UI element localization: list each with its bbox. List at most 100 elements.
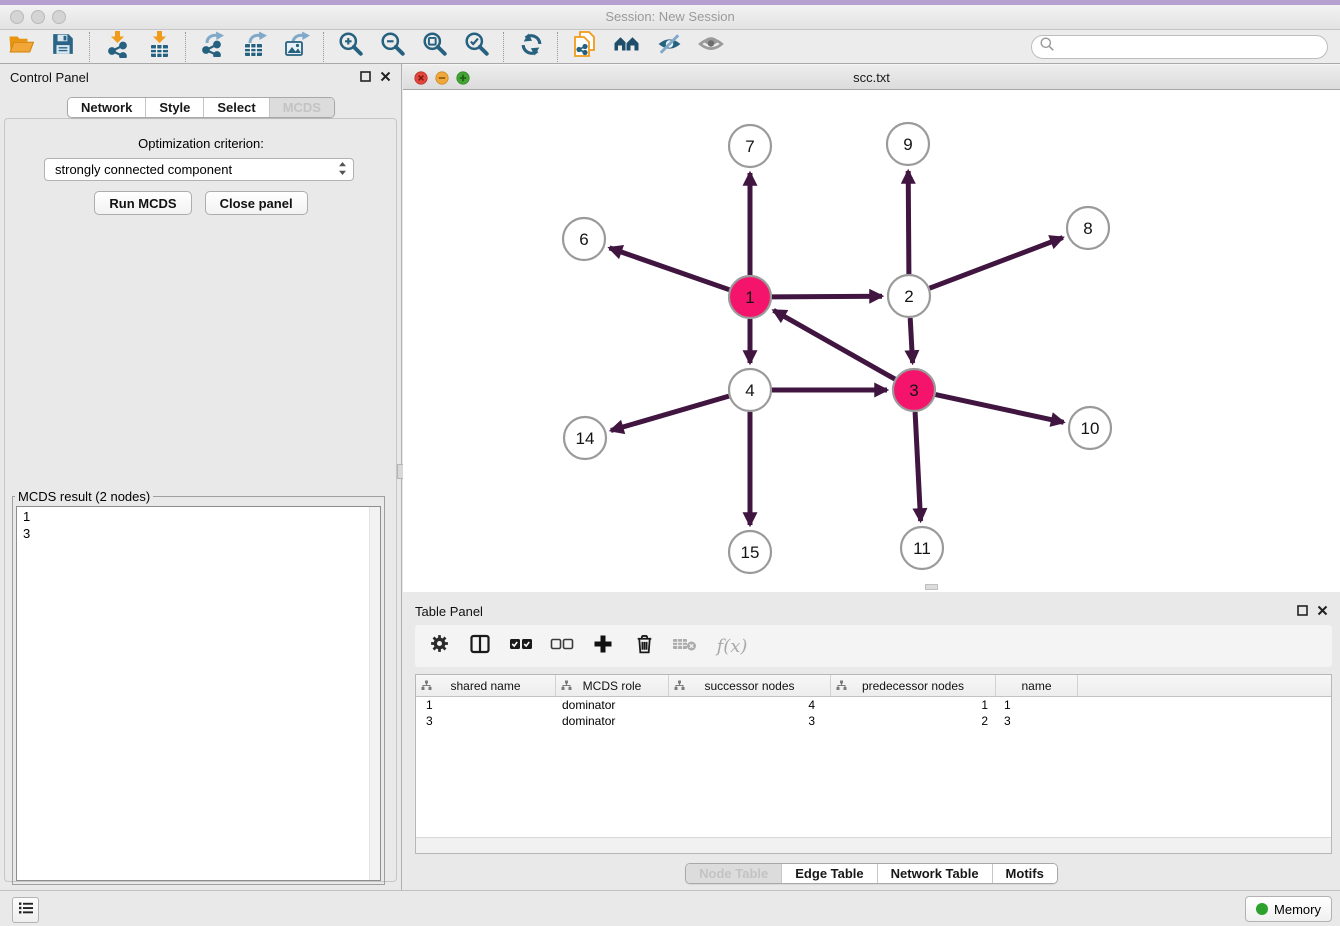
- table-cell[interactable]: 3: [996, 714, 1078, 728]
- graph-node-1[interactable]: 1: [729, 276, 771, 318]
- mcds-result-scrollbar[interactable]: [369, 507, 380, 880]
- close-panel-icon[interactable]: [1317, 604, 1328, 619]
- first-neighbors-button[interactable]: [606, 32, 648, 62]
- table-cell[interactable]: 2: [831, 714, 996, 728]
- window-traffic-lights[interactable]: [10, 10, 66, 24]
- column-header-successor-nodes[interactable]: successor nodes: [669, 675, 831, 696]
- task-history-button[interactable]: [12, 897, 39, 923]
- criterion-dropdown[interactable]: strongly connected component: [44, 158, 354, 181]
- graph-node-11[interactable]: 11: [901, 527, 943, 569]
- float-panel-icon[interactable]: [360, 70, 371, 85]
- zoom-in-button[interactable]: [330, 32, 372, 62]
- column-header-name[interactable]: name: [996, 675, 1078, 696]
- delete-column-button[interactable]: [632, 634, 656, 658]
- table-row[interactable]: 1dominator411: [416, 697, 1331, 713]
- export-network-button[interactable]: [192, 32, 234, 62]
- graph-node-14[interactable]: 14: [564, 417, 606, 459]
- table-cell[interactable]: dominator: [556, 698, 669, 712]
- add-column-button[interactable]: [591, 634, 615, 658]
- tab-node-table[interactable]: Node Table: [686, 864, 781, 883]
- zoom-fit-button[interactable]: [414, 32, 456, 62]
- tab-edge-table[interactable]: Edge Table: [781, 864, 876, 883]
- graph-edge-2-3[interactable]: [910, 318, 912, 363]
- zoom-selected-button[interactable]: [456, 32, 498, 62]
- graph-node-6[interactable]: 6: [563, 218, 605, 260]
- graph-node-9[interactable]: 9: [887, 123, 929, 165]
- table-row[interactable]: 3dominator323: [416, 713, 1331, 729]
- graph-node-2[interactable]: 2: [888, 275, 930, 317]
- run-mcds-button[interactable]: Run MCDS: [94, 191, 191, 215]
- svg-text:8: 8: [1083, 219, 1092, 238]
- graph-edge-2-9[interactable]: [908, 171, 909, 274]
- export-image-button[interactable]: [276, 32, 318, 62]
- tab-style[interactable]: Style: [145, 98, 203, 117]
- open-session-button[interactable]: [0, 32, 42, 62]
- graph-node-7[interactable]: 7: [729, 125, 771, 167]
- network-canvas[interactable]: 7 9 6 8 1 2 4 3 14 10 15 11: [403, 90, 1340, 592]
- graph-node-15[interactable]: 15: [729, 531, 771, 573]
- refresh-view-button[interactable]: [510, 32, 552, 62]
- table-cell[interactable]: 3: [416, 714, 556, 728]
- graph-node-3[interactable]: 3: [893, 369, 935, 411]
- graph-edge-4-14[interactable]: [611, 396, 729, 430]
- save-session-button[interactable]: [42, 32, 84, 62]
- import-table-button[interactable]: [138, 32, 180, 62]
- table-settings-button[interactable]: [427, 634, 451, 658]
- hide-selected-button[interactable]: [648, 32, 690, 62]
- table-horizontal-scrollbar[interactable]: [416, 837, 1331, 853]
- network-minimize-button[interactable]: [435, 71, 449, 90]
- graph-node-10[interactable]: 10: [1069, 407, 1111, 449]
- tab-select[interactable]: Select: [203, 98, 268, 117]
- select-all-columns-button[interactable]: [509, 634, 533, 658]
- minimize-window-button[interactable]: [31, 10, 45, 24]
- export-table-button[interactable]: [234, 32, 276, 62]
- tab-network-table[interactable]: Network Table: [877, 864, 992, 883]
- graph-edge-1-6[interactable]: [610, 248, 730, 290]
- column-header-predecessor-nodes[interactable]: predecessor nodes: [831, 675, 996, 696]
- table-cell[interactable]: dominator: [556, 714, 669, 728]
- memory-button[interactable]: Memory: [1245, 896, 1332, 922]
- column-header-shared-name[interactable]: shared name: [416, 675, 556, 696]
- titlebar: Session: New Session: [0, 5, 1340, 30]
- tab-mcds[interactable]: MCDS: [269, 98, 334, 117]
- float-panel-icon[interactable]: [1297, 604, 1308, 619]
- deselect-all-columns-button[interactable]: [550, 634, 574, 658]
- mcds-result-text: 1 3: [17, 507, 369, 880]
- zoom-out-button[interactable]: [372, 32, 414, 62]
- graph-node-4[interactable]: 4: [729, 369, 771, 411]
- table-cell[interactable]: 3: [669, 714, 831, 728]
- tab-motifs[interactable]: Motifs: [992, 864, 1057, 883]
- graph-edge-3-11[interactable]: [915, 412, 921, 521]
- table-cell[interactable]: 1: [416, 698, 556, 712]
- network-window-titlebar: scc.txt: [403, 64, 1340, 90]
- tab-network[interactable]: Network: [68, 98, 145, 117]
- column-type-icon: [836, 680, 847, 694]
- network-maximize-button[interactable]: [456, 71, 470, 90]
- column-header-MCDS-role[interactable]: MCDS role: [556, 675, 669, 696]
- close-panel-button[interactable]: Close panel: [205, 191, 308, 215]
- network-close-button[interactable]: [414, 71, 428, 90]
- export-table-icon: [242, 31, 268, 62]
- graph-node-8[interactable]: 8: [1067, 207, 1109, 249]
- table-cell[interactable]: 1: [996, 698, 1078, 712]
- graph-edge-2-8[interactable]: [930, 238, 1063, 289]
- import-network-button[interactable]: [96, 32, 138, 62]
- duplicate-network-button[interactable]: [564, 32, 606, 62]
- network-bottom-divider-handle[interactable]: [925, 584, 938, 590]
- table-cell[interactable]: 4: [669, 698, 831, 712]
- function-builder-button[interactable]: f(x): [714, 634, 750, 658]
- close-window-button[interactable]: [10, 10, 24, 24]
- graph-edge-3-10[interactable]: [936, 395, 1064, 423]
- show-all-button[interactable]: [690, 32, 732, 62]
- graph-edge-1-2[interactable]: [772, 296, 882, 297]
- search-input[interactable]: [1055, 37, 1327, 57]
- delete-table-button[interactable]: [673, 634, 697, 658]
- mcds-result-box[interactable]: 1 3: [16, 506, 381, 881]
- zoom-window-button[interactable]: [52, 10, 66, 24]
- mcds-result-title: MCDS result (2 nodes): [15, 489, 153, 504]
- graph-edge-3-1[interactable]: [774, 310, 895, 379]
- split-pane-button[interactable]: [468, 634, 492, 658]
- close-panel-icon[interactable]: [380, 70, 391, 85]
- search-box[interactable]: [1031, 35, 1328, 59]
- table-cell[interactable]: 1: [831, 698, 996, 712]
